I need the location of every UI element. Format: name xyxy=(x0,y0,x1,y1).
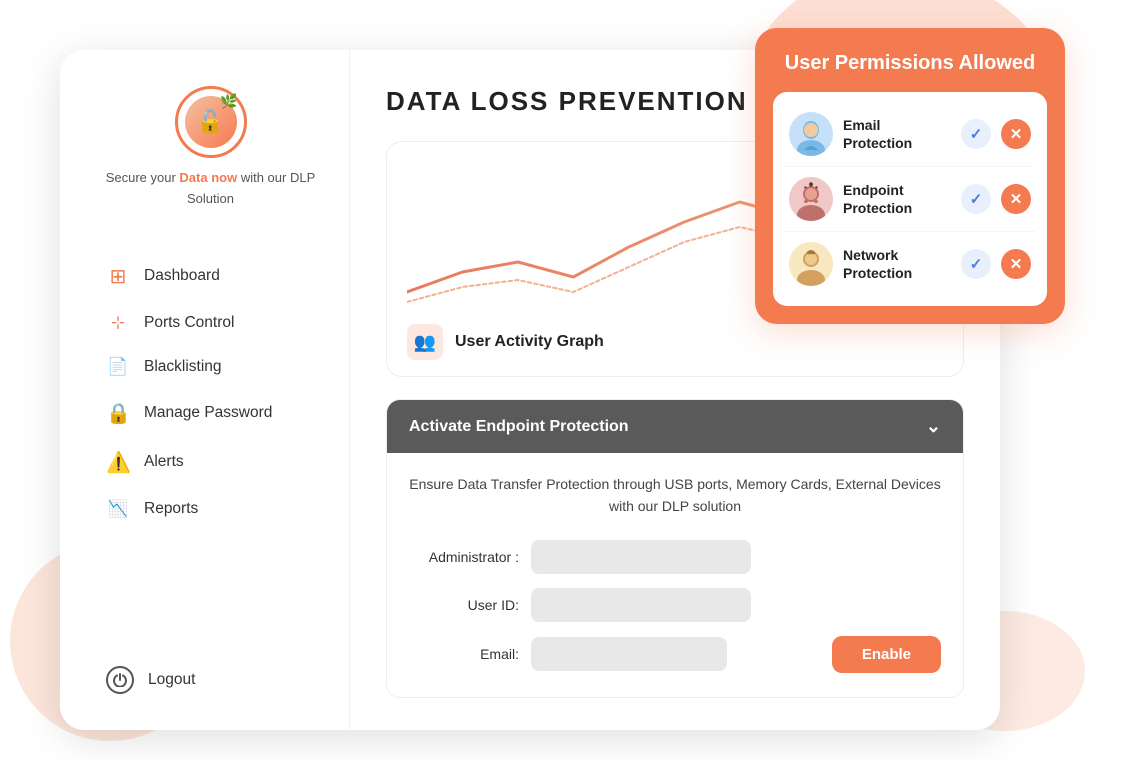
network-x-button[interactable]: ✕ xyxy=(1001,249,1031,279)
email-input[interactable] xyxy=(531,637,727,671)
endpoint-x-button[interactable]: ✕ xyxy=(1001,184,1031,214)
sidebar-logo: 🔓 🌿 Secure your Data now with our DLP So… xyxy=(96,86,325,210)
sidebar-item-dashboard[interactable]: ⊞ Dashboard xyxy=(96,252,325,301)
sidebar-item-label-dashboard: Dashboard xyxy=(144,267,220,285)
sidebar-item-alerts[interactable]: ⚠️ Alerts xyxy=(96,438,325,487)
email-label: Email: xyxy=(409,646,519,662)
tagline-highlight: Data now xyxy=(179,170,237,185)
sidebar-item-ports-control[interactable]: ⊹ Ports Control xyxy=(96,301,325,345)
sidebar-item-label-ports-control: Ports Control xyxy=(144,314,234,332)
userid-input[interactable] xyxy=(531,588,751,622)
network-check-button[interactable]: ✓ xyxy=(961,249,991,279)
sidebar-item-label-alerts: Alerts xyxy=(144,453,184,471)
avatar-email xyxy=(789,112,833,156)
sidebar: 🔓 🌿 Secure your Data now with our DLP So… xyxy=(60,50,350,730)
sidebar-item-blacklisting[interactable]: 📄 Blacklisting xyxy=(96,345,325,389)
graph-footer: 👥 User Activity Graph xyxy=(407,324,943,360)
sidebar-item-label-blacklisting: Blacklisting xyxy=(144,358,222,376)
avatar-network xyxy=(789,242,833,286)
permission-name-network: NetworkProtection xyxy=(843,246,951,282)
permission-name-endpoint: EndpointProtection xyxy=(843,181,951,217)
accordion-description: Ensure Data Transfer Protection through … xyxy=(409,473,941,518)
blacklisting-icon: 📄 xyxy=(106,357,130,377)
leaf-icon: 🌿 xyxy=(220,93,237,110)
form-row-administrator: Administrator : xyxy=(409,540,941,574)
accordion-header[interactable]: Activate Endpoint Protection ⌄ xyxy=(387,400,963,453)
tagline-prefix: Secure your xyxy=(106,170,180,185)
sidebar-item-manage-password[interactable]: 🔒 Manage Password xyxy=(96,389,325,438)
accordion-body: Ensure Data Transfer Protection through … xyxy=(387,453,963,697)
sidebar-item-reports[interactable]: 📉 Reports xyxy=(96,487,325,531)
sidebar-tagline: Secure your Data now with our DLP Soluti… xyxy=(96,168,325,210)
form-row-userid: User ID: xyxy=(409,588,941,622)
accordion-title: Activate Endpoint Protection xyxy=(409,418,629,436)
reports-icon: 📉 xyxy=(106,499,130,519)
permissions-title: User Permissions Allowed xyxy=(773,50,1047,76)
accordion-chevron-icon: ⌄ xyxy=(926,416,941,437)
permission-row-endpoint: EndpointProtection ✓ ✕ xyxy=(785,167,1035,232)
logout-label: Logout xyxy=(148,671,195,689)
email-x-button[interactable]: ✕ xyxy=(1001,119,1031,149)
avatar-endpoint xyxy=(789,177,833,221)
form-row-email: Email: Enable xyxy=(409,636,941,673)
userid-label: User ID: xyxy=(409,597,519,613)
logo-circle: 🔓 🌿 xyxy=(175,86,247,158)
enable-button[interactable]: Enable xyxy=(832,636,941,673)
permissions-card: User Permissions Allowed EmailProtection… xyxy=(755,28,1065,324)
alerts-icon: ⚠️ xyxy=(106,450,130,475)
logout-button[interactable]: Logout xyxy=(96,654,325,706)
dashboard-icon: ⊞ xyxy=(106,264,130,289)
sidebar-nav: ⊞ Dashboard ⊹ Ports Control 📄 Blacklisti… xyxy=(96,252,325,646)
permission-name-email: EmailProtection xyxy=(843,116,951,152)
manage-password-icon: 🔒 xyxy=(106,401,130,426)
sidebar-item-label-manage-password: Manage Password xyxy=(144,404,272,422)
logout-icon xyxy=(106,666,134,694)
lock-icon: 🔓 xyxy=(197,109,224,135)
graph-icon-symbol: 👥 xyxy=(414,332,436,353)
sidebar-item-label-reports: Reports xyxy=(144,500,198,518)
administrator-input[interactable] xyxy=(531,540,751,574)
administrator-label: Administrator : xyxy=(409,549,519,565)
permission-row-email: EmailProtection ✓ ✕ xyxy=(785,102,1035,167)
ports-control-icon: ⊹ xyxy=(106,313,130,333)
endpoint-check-button[interactable]: ✓ xyxy=(961,184,991,214)
graph-label: User Activity Graph xyxy=(455,333,604,351)
permission-row-network: NetworkProtection ✓ ✕ xyxy=(785,232,1035,296)
permissions-inner: EmailProtection ✓ ✕ EndpointProtection ✓… xyxy=(773,92,1047,306)
endpoint-accordion: Activate Endpoint Protection ⌄ Ensure Da… xyxy=(386,399,964,698)
email-check-button[interactable]: ✓ xyxy=(961,119,991,149)
graph-icon: 👥 xyxy=(407,324,443,360)
